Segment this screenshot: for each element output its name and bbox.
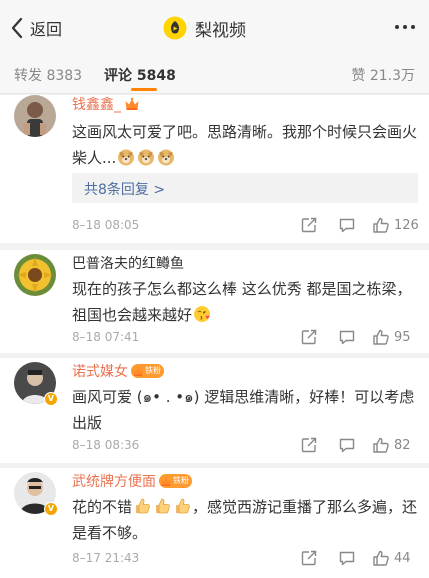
comment-icon[interactable]: [338, 436, 356, 454]
comment-item: V 诺式媒女 铁粉 画风可爱 (๑• . •๑) 逻辑思维清晰，好棒！可以考虑出…: [0, 358, 429, 463]
thumbs-up-icon[interactable]: [372, 436, 390, 454]
like-count: 95: [394, 330, 411, 345]
tab-comment[interactable]: 评论 5848: [104, 65, 176, 85]
comment-footer: 8–18 07:41 95: [0, 328, 429, 348]
comment-body: 现在的孩子怎么都这么棒 这么优秀 都是国之栋梁，祖国也会越来越好: [72, 280, 412, 324]
back-button[interactable]: 返回: [10, 14, 62, 42]
comment-time: 8–18 08:05: [72, 218, 140, 232]
tab-repost[interactable]: 转发 8383: [14, 65, 82, 85]
comment-header: 武统牌方便面 铁粉: [72, 472, 192, 490]
thumbs-up-emoji-icon: [173, 497, 191, 515]
comment-header: 巴普洛夫的红鳟鱼: [72, 254, 184, 272]
share-icon[interactable]: [300, 216, 318, 234]
interaction-tabs: 转发 8383 评论 5848 赞 21.3万: [0, 56, 429, 94]
comment-item: 钱鑫鑫_ 这画风太可爱了吧。思路清晰。我那个时候只会画火柴人... 共8条回复 …: [0, 95, 429, 243]
comment-icon[interactable]: [338, 328, 356, 346]
tab-repost-count: 8383: [46, 68, 83, 84]
tab-like-count: 21.3万: [369, 68, 415, 84]
crown-icon: [132, 366, 144, 377]
thumbs-up-icon[interactable]: [372, 328, 390, 346]
kiss-emoji-icon: [193, 305, 211, 323]
comment-icon[interactable]: [338, 549, 356, 567]
thumbs-up-icon[interactable]: [372, 216, 390, 234]
pearvideo-logo-icon: [163, 16, 187, 40]
fan-badge-label: 铁粉: [145, 366, 161, 375]
like-count: 82: [394, 438, 411, 453]
comment-footer: 8–17 21:43 44: [0, 549, 429, 569]
username[interactable]: 钱鑫鑫_: [72, 95, 121, 114]
comment-item: 巴普洛夫的红鳟鱼 现在的孩子怎么都这么棒 这么优秀 都是国之栋梁，祖国也会越来越…: [0, 250, 429, 353]
comment-icon[interactable]: [338, 216, 356, 234]
tab-like-label: 赞: [351, 68, 366, 84]
comment-text: 这画风太可爱了吧。思路清晰。我那个时候只会画火柴人...: [72, 119, 418, 171]
comment-header: 钱鑫鑫_: [72, 95, 140, 113]
doge-emoji-icon: [157, 148, 175, 166]
tab-like[interactable]: 赞 21.3万: [351, 65, 415, 85]
thumbs-up-emoji-icon: [153, 497, 171, 515]
more-dots-icon[interactable]: [395, 25, 415, 29]
verified-badge-icon: V: [44, 392, 58, 406]
top-nav-bar: 返回 梨视频: [0, 0, 429, 56]
comment-time: 8–18 08:36: [72, 438, 140, 452]
comment-time: 8–17 21:43: [72, 551, 140, 565]
comment-footer: 8–18 08:05 126: [0, 216, 429, 236]
tab-comment-label: 评论: [104, 68, 132, 84]
crown-icon: [160, 476, 172, 487]
doge-emoji-icon: [117, 148, 135, 166]
active-tab-indicator: [131, 88, 157, 91]
share-icon[interactable]: [300, 328, 318, 346]
comment-header: 诺式媒女 铁粉: [72, 362, 164, 380]
comment-text: 花的不错 ，感觉西游记重播了那么多遍，还是看不够。: [72, 494, 418, 546]
comment-text: 画风可爱 (๑• . •๑) 逻辑思维清晰，好棒！可以考虑出版: [72, 384, 418, 436]
verified-badge-icon: V: [44, 502, 58, 516]
avatar[interactable]: [14, 95, 56, 137]
share-icon[interactable]: [300, 436, 318, 454]
thumbs-up-icon[interactable]: [372, 549, 390, 567]
comment-footer: 8–18 08:36 82: [0, 436, 429, 456]
comment-list: 钱鑫鑫_ 这画风太可爱了吧。思路清晰。我那个时候只会画火柴人... 共8条回复 …: [0, 95, 429, 578]
thumbs-up-emoji-icon: [133, 497, 151, 515]
tab-comment-count: 5848: [136, 68, 176, 84]
page-title: 梨视频: [195, 20, 246, 41]
member-crown-icon: [124, 97, 140, 111]
comment-body-start: 花的不错: [72, 498, 133, 516]
comment-item: V 武统牌方便面 铁粉 花的不错 ，感觉西游记重播了那么多遍，还是看不够。 8–1…: [0, 468, 429, 578]
doge-emoji-icon: [137, 148, 155, 166]
comment-text: 现在的孩子怎么都这么棒 这么优秀 都是国之栋梁，祖国也会越来越好: [72, 276, 418, 328]
replies-count: 共8条回复 >: [84, 182, 166, 198]
fan-badge-label: 铁粉: [173, 476, 189, 485]
fan-badge: 铁粉: [131, 364, 164, 378]
back-label: 返回: [30, 20, 63, 39]
share-icon[interactable]: [300, 549, 318, 567]
tab-repost-label: 转发: [14, 68, 42, 84]
username[interactable]: 诺式媒女: [72, 361, 128, 381]
username[interactable]: 武统牌方便面: [72, 471, 156, 491]
username[interactable]: 巴普洛夫的红鳟鱼: [72, 253, 184, 273]
replies-link[interactable]: 共8条回复 >: [72, 173, 418, 203]
avatar[interactable]: [14, 254, 56, 296]
like-count: 44: [394, 551, 411, 566]
chevron-left-icon: [11, 17, 23, 39]
like-count: 126: [394, 218, 419, 233]
comment-body: 画风可爱 (๑• . •๑) 逻辑思维清晰，好棒！可以考虑出版: [72, 388, 415, 432]
fan-badge: 铁粉: [159, 474, 192, 488]
page-header: 梨视频: [163, 12, 246, 44]
comment-time: 8–18 07:41: [72, 330, 140, 344]
